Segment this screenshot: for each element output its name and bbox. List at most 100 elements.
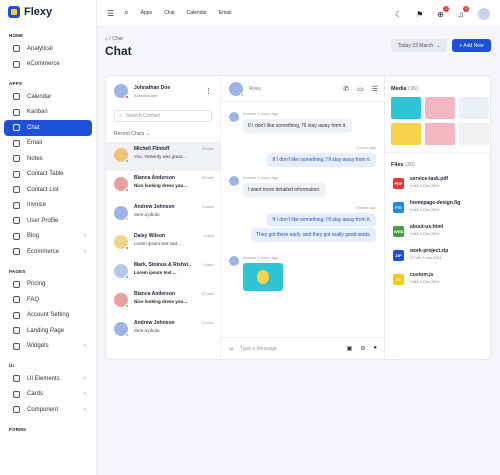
sidebar-item-landing-page[interactable]: Landing Page (4, 323, 92, 339)
media-thumbnail[interactable] (391, 123, 421, 145)
sidebar-item-ecommerce[interactable]: eCommerce (4, 57, 92, 73)
topbar-link-apps[interactable]: Apps (141, 10, 152, 16)
conversation-actions: ✆ ▭ ☰ (343, 85, 378, 93)
search-icon: ⌕ (119, 113, 122, 119)
sidebar-item-label: Analytical (27, 45, 53, 52)
date-picker-button[interactable]: Today 23 March ⌄ (391, 39, 447, 52)
chat-preview: Lorem ipsum text ... (134, 270, 177, 275)
cart-icon[interactable]: ⊕ 2 (437, 5, 449, 19)
message-input[interactable]: Type a Message (240, 346, 277, 352)
sidebar-item-cards[interactable]: Cards › (4, 387, 92, 403)
media-thumbnail[interactable] (425, 97, 455, 119)
date-label: Today 23 March (397, 42, 434, 49)
sidebar-item-user-profile[interactable]: User Profile (4, 213, 92, 229)
chat-list-item[interactable]: Andrew Johnson Sent a photo 2 hours (106, 200, 220, 229)
file-item[interactable]: ZIP work-project.zip 20 MB 2 Dec 2024 (385, 245, 490, 269)
sidebar-item-kanban[interactable]: Kanban (4, 105, 92, 121)
nav-section-forms: FORMS (9, 426, 27, 432)
home-icon[interactable]: ⌂ (105, 36, 108, 42)
file-item[interactable]: JS custom.js 2 MB 2 Dec 2024 (385, 269, 490, 293)
video-icon[interactable]: ▭ (357, 85, 364, 93)
emoji-icon[interactable]: ☺ (229, 346, 234, 352)
chevron-right-icon: › (84, 375, 86, 382)
nav-section-ui: UI (9, 363, 14, 368)
message: 2 hours ago If I don't like something, I'… (267, 146, 376, 167)
files-heading: Files (36) (385, 160, 490, 173)
search-icon[interactable]: ⌕ (124, 8, 128, 18)
media-heading: Media (36) (385, 76, 490, 97)
phone-icon[interactable]: ✆ (343, 85, 349, 93)
sidebar-nav: HOME Analytical eCommerce APPS Calendar Kanba… (0, 33, 96, 432)
recent-chats-dropdown[interactable]: Recent Chats ⌄ (106, 126, 220, 142)
sidebar-item-widgets[interactable]: Widgets › (4, 339, 92, 355)
media-thumbnail[interactable] (425, 123, 455, 145)
add-new-button[interactable]: + Add New (452, 39, 491, 52)
page-title: Chat (105, 44, 132, 58)
media-thumbnail[interactable] (459, 97, 489, 119)
image-icon[interactable]: ▣ (347, 345, 353, 352)
chat-name: Bianca Anderson (134, 175, 175, 181)
search-contact-field[interactable]: ⌕ Search Contact (114, 110, 212, 122)
message-meta: 2 hours ago (355, 206, 376, 210)
attach-icon[interactable]: ⊘ (360, 345, 365, 352)
message-photo[interactable] (243, 263, 283, 291)
sidebar-item-notes[interactable]: Notes (4, 151, 92, 167)
message-input-bar[interactable]: ☺ Type a Message ▣ ⊘ ● (221, 337, 385, 359)
app-logo[interactable]: Flexy (0, 0, 96, 24)
sidebar-item-email[interactable]: Email (4, 136, 92, 152)
breadcrumb: ⌂ / Chat (105, 36, 123, 42)
sidebar-item-calendar[interactable]: Calendar (4, 89, 92, 105)
sidebar-item-pricing[interactable]: Pricing (4, 277, 92, 293)
mic-icon[interactable]: ● (373, 345, 377, 352)
flag-icon[interactable]: ⚑ (416, 10, 423, 19)
sidebar-item-ecommerce[interactable]: Ecommerce › (4, 244, 92, 260)
chat-list-item[interactable]: Michell Flintoff You: Yesterdy was great.… (106, 142, 220, 171)
sidebar-item-chat[interactable]: Chat (4, 120, 92, 136)
conversation-header: Away ✆ ▭ ☰ (221, 76, 384, 102)
chevron-right-icon: › (84, 248, 86, 255)
file-item[interactable]: WEB about-us.html 1 MB 2 Dec 2024 (385, 221, 490, 245)
media-count: (36) (408, 86, 418, 92)
chat-list-item[interactable]: Daisy Wilson Lorem ipsum text sad... 5 day… (106, 229, 220, 258)
sidebar-item-account-setting[interactable]: Account Setting (4, 308, 92, 324)
sidebar-item-analytical[interactable]: Analytical (4, 41, 92, 57)
more-vertical-icon[interactable]: ⋮ (205, 87, 212, 95)
theme-moon-icon[interactable]: ☾ (395, 10, 402, 19)
media-thumbnail[interactable] (459, 123, 489, 145)
chat-list-item[interactable]: Mark, Stoinus & Rishvi.. Lorem ipsum text… (106, 258, 220, 287)
sidebar-item-component[interactable]: Component › (4, 402, 92, 418)
sidebar-item-label: Pricing (27, 281, 46, 288)
chat-name: Mark, Stoinus & Rishvi.. (134, 262, 191, 268)
media-thumbnail[interactable] (391, 97, 421, 119)
sidebar-item-contact-list[interactable]: Contact List (4, 182, 92, 198)
topbar-link-calendar[interactable]: Calendar (187, 10, 207, 16)
sidebar-item-faq[interactable]: FAQ (4, 292, 92, 308)
sidebar-item-invoice[interactable]: Invoice (4, 198, 92, 214)
nav-icon (13, 296, 20, 304)
chat-name: Daisy Wilson (134, 233, 166, 239)
bell-icon[interactable]: ♫ 5 (458, 5, 469, 19)
topbar-link-email[interactable]: Email (219, 10, 232, 16)
sidebar-item-contact-table[interactable]: Contact Table (4, 167, 92, 183)
user-avatar[interactable] (478, 8, 490, 20)
nav-icon (13, 327, 20, 335)
menu-icon[interactable]: ☰ (107, 9, 114, 18)
chat-preview: Lorem ipsum text sad... (134, 241, 181, 246)
file-item[interactable]: PDF service-task.pdf 2 MB 2 Dec 2024 (385, 173, 490, 197)
sidebar-item-ui-elements[interactable]: UI Elements › (4, 371, 92, 387)
sidebar-item-label: Invoice (27, 202, 47, 209)
sidebar-item-label: Chat (27, 124, 40, 131)
media-grid (385, 97, 490, 145)
chat-list-item[interactable]: Bianca Anderson Nice looking dress you...… (106, 171, 220, 200)
sidebar-item-label: UI Elements (27, 375, 60, 382)
menu-icon[interactable]: ☰ (372, 85, 378, 93)
topbar-link-chat[interactable]: Chat (164, 10, 175, 16)
file-item[interactable]: FIG homepage-design.fig 3 MB 2 Dec 2024 (385, 197, 490, 221)
sidebar-item-blog[interactable]: Blog › (4, 229, 92, 245)
chat-list-item[interactable]: Bianca Anderson Nice looking dress you...… (106, 287, 220, 316)
chat-name: Michell Flintoff (134, 146, 170, 152)
file-type-icon: PDF (393, 178, 404, 189)
chevron-right-icon: › (84, 406, 86, 413)
chat-list-item[interactable]: Andrew Johnson Sent a photo 2 hours (106, 316, 220, 345)
message-meta: Andrew, 2 hours ago (243, 112, 278, 116)
